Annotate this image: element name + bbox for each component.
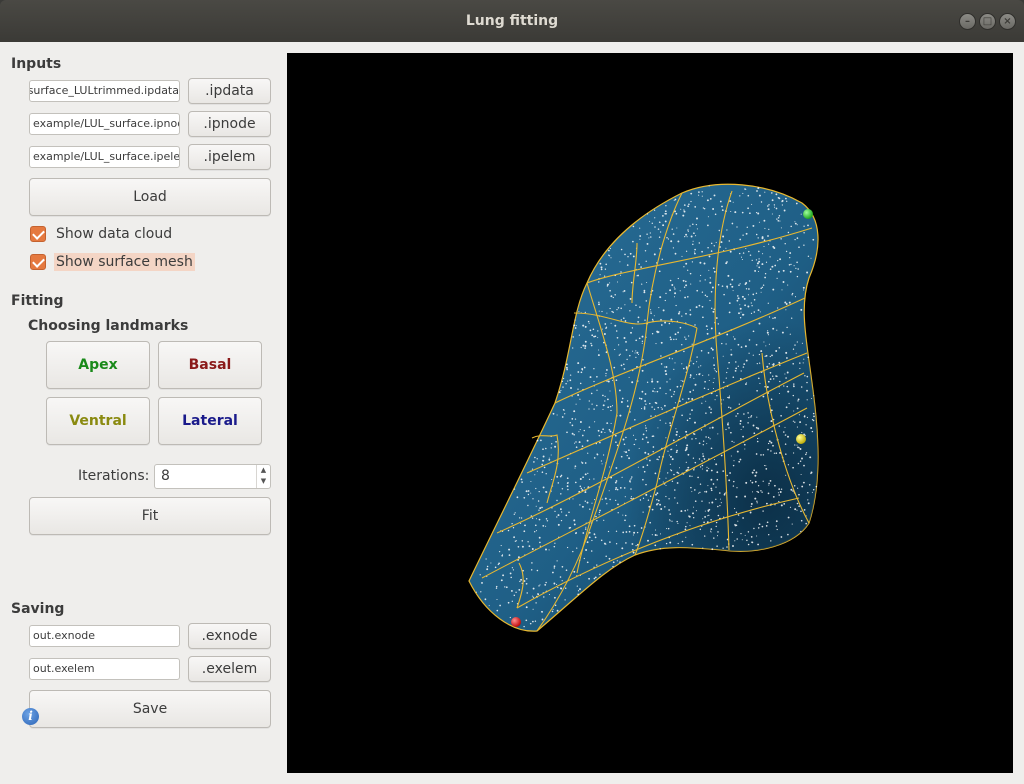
exnode-path-field[interactable]: out.exnode xyxy=(29,625,180,647)
basal-landmark-marker xyxy=(511,617,521,627)
fit-button[interactable]: Fit xyxy=(29,497,271,535)
exelem-button[interactable]: .exelem xyxy=(188,656,271,682)
main-window: Inputs e/surface_LULtrimmed.ipdata .ipda… xyxy=(0,42,1024,784)
window-title: Lung fitting xyxy=(465,13,559,29)
3d-viewport[interactable] xyxy=(287,53,1013,773)
show-data-cloud-label: Show data cloud xyxy=(56,226,173,242)
load-button[interactable]: Load xyxy=(29,178,271,216)
fitting-heading: Fitting xyxy=(11,293,64,309)
lung-render xyxy=(468,183,819,632)
iterations-spinbox[interactable]: 8 ▲ ▼ xyxy=(154,464,271,489)
apex-landmark-marker xyxy=(803,209,813,219)
title-bar: Lung fitting – □ × xyxy=(0,0,1024,42)
ipnode-button[interactable]: .ipnode xyxy=(188,111,271,137)
basal-button[interactable]: Basal xyxy=(158,341,262,389)
ipelem-button[interactable]: .ipelem xyxy=(188,144,271,170)
checkbox-checked-icon[interactable] xyxy=(30,254,46,270)
chevron-down-icon[interactable]: ▼ xyxy=(257,476,270,487)
close-icon: × xyxy=(1003,16,1012,27)
iterations-label: Iterations: xyxy=(78,468,150,484)
iterations-value[interactable]: 8 xyxy=(161,468,170,484)
window-controls: – □ × xyxy=(959,13,1016,30)
apex-button[interactable]: Apex xyxy=(46,341,150,389)
show-surface-mesh-label: Show surface mesh xyxy=(54,253,195,271)
chevron-up-icon[interactable]: ▲ xyxy=(257,465,270,476)
maximize-icon: □ xyxy=(982,16,993,27)
ipdata-button[interactable]: .ipdata xyxy=(188,78,271,104)
lateral-button[interactable]: Lateral xyxy=(158,397,262,445)
ipnode-path-field[interactable]: example/LUL_surface.ipnode xyxy=(29,113,180,135)
inputs-heading: Inputs xyxy=(11,56,62,72)
landmarks-heading: Choosing landmarks xyxy=(28,318,189,334)
ventral-landmark-marker xyxy=(796,434,806,444)
ipdata-path-field[interactable]: e/surface_LULtrimmed.ipdata xyxy=(29,80,180,102)
ipelem-path-field[interactable]: example/LUL_surface.ipelem xyxy=(29,146,180,168)
info-icon[interactable]: i xyxy=(22,708,39,725)
save-button[interactable]: Save xyxy=(29,690,271,728)
exelem-path-field[interactable]: out.exelem xyxy=(29,658,180,680)
close-button[interactable]: × xyxy=(999,13,1016,30)
show-data-cloud-checkbox[interactable]: Show data cloud xyxy=(30,223,174,245)
minimize-icon: – xyxy=(965,16,970,27)
ventral-button[interactable]: Ventral xyxy=(46,397,150,445)
checkbox-checked-icon[interactable] xyxy=(30,226,46,242)
saving-heading: Saving xyxy=(11,601,65,617)
exnode-button[interactable]: .exnode xyxy=(188,623,271,649)
maximize-button[interactable]: □ xyxy=(979,13,996,30)
minimize-button[interactable]: – xyxy=(959,13,976,30)
spinbox-arrows[interactable]: ▲ ▼ xyxy=(256,465,270,488)
show-surface-mesh-checkbox[interactable]: Show surface mesh xyxy=(30,251,195,273)
